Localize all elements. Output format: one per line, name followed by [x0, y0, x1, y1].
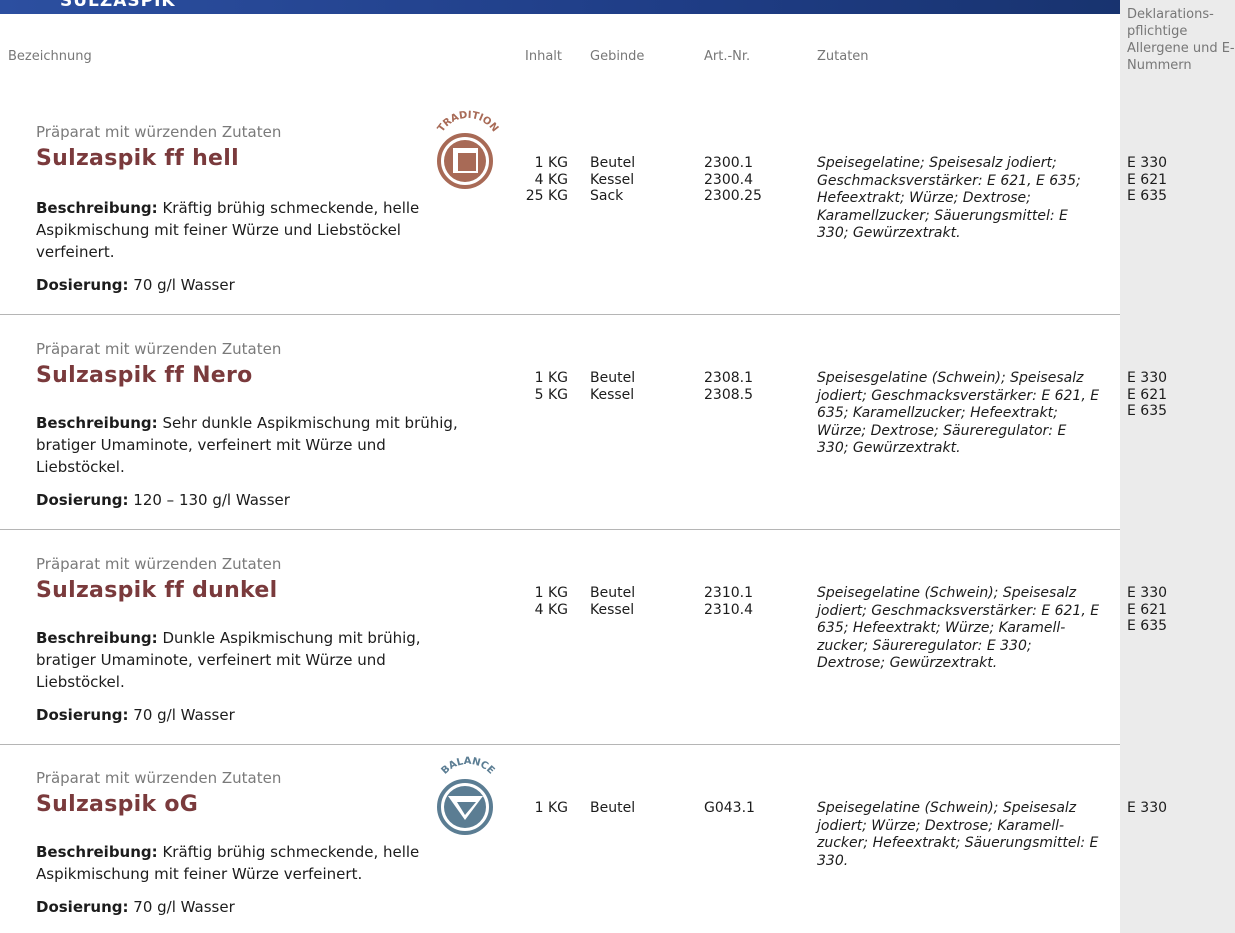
inhalt-list: 1 KG — [534, 800, 568, 816]
inhalt-list: 1 KG 5 KG — [534, 370, 568, 403]
product-name: Sulzaspik ff hell — [36, 146, 239, 171]
ingredients-text: Speisegelatine; Speisesalz jodiert; Gesc… — [817, 155, 1081, 241]
header-bar: SULZASPIK — [0, 0, 1120, 14]
page-title: SULZASPIK — [60, 0, 176, 11]
tradition-badge-icon: TRADITION — [424, 106, 514, 200]
allergen-list: E 330 E 621 E 635 — [1127, 370, 1168, 419]
gebinde-list: Beutel Kessel Sack — [590, 155, 636, 204]
gebinde-list: Beutel — [590, 800, 636, 816]
ingredients-text: Speisesgelatine (Schwein); Speisesalz jo… — [817, 370, 1100, 456]
col-header-gebinde: Gebinde — [590, 49, 645, 64]
product-prefix: Präparat mit würzenden Zutaten — [36, 340, 282, 358]
row-divider — [0, 744, 1120, 745]
inhalt-list: 1 KG 4 KG 25 KG — [525, 155, 568, 204]
row-divider — [0, 314, 1120, 315]
gebinde-list: Beutel Kessel — [590, 585, 636, 618]
product-description: Beschreibung: Kräftig brühig schmeckende… — [36, 199, 420, 261]
balance-badge-icon: BALANCE — [424, 752, 514, 846]
row-divider — [0, 529, 1120, 530]
product-description: Beschreibung: Dunkle Aspikmischung mit b… — [36, 629, 421, 691]
allergen-column-background — [1120, 0, 1235, 933]
col-header-bezeichnung: Bezeichnung — [8, 49, 92, 64]
artnr-list: G043.1 — [704, 800, 755, 816]
product-description: Beschreibung: Kräftig brühig schmeckende… — [36, 843, 420, 883]
inhalt-list: 1 KG 4 KG — [534, 585, 568, 618]
allergen-list: E 330 E 621 E 635 — [1127, 585, 1168, 634]
product-dosage: Dosierung: 70 g/l Wasser — [36, 898, 235, 916]
allergen-list: E 330 — [1127, 800, 1168, 816]
product-dosage: Dosierung: 120 – 130 g/l Wasser — [36, 491, 290, 509]
product-dosage: Dosierung: 70 g/l Wasser — [36, 706, 235, 724]
artnr-list: 2300.1 2300.4 2300.25 — [704, 155, 762, 204]
artnr-list: 2308.1 2308.5 — [704, 370, 753, 403]
ingredients-text: Speisegelatine (Schwein); Speisesalz jod… — [817, 585, 1100, 671]
product-prefix: Präparat mit würzenden Zutaten — [36, 123, 282, 141]
svg-text:BALANCE: BALANCE — [440, 756, 497, 777]
product-name: Sulzaspik ff dunkel — [36, 578, 278, 603]
product-prefix: Präparat mit würzenden Zutaten — [36, 555, 282, 573]
product-name: Sulzaspik ff Nero — [36, 363, 253, 388]
col-header-inhalt: Inhalt — [525, 49, 562, 64]
ingredients-text: Speisegelatine (Schwein); Speisesalz jod… — [817, 800, 1099, 869]
svg-text:TRADITION: TRADITION — [436, 110, 500, 135]
col-header-artnr: Art.-Nr. — [704, 49, 751, 64]
gebinde-list: Beutel Kessel — [590, 370, 636, 403]
product-dosage: Dosierung: 70 g/l Wasser — [36, 276, 235, 294]
artnr-list: 2310.1 2310.4 — [704, 585, 753, 618]
allergen-list: E 330 E 621 E 635 — [1127, 155, 1168, 204]
product-prefix: Präparat mit würzenden Zutaten — [36, 769, 282, 787]
product-name: Sulzaspik oG — [36, 792, 199, 817]
col-header-zutaten: Zutaten — [817, 49, 869, 64]
product-description: Beschreibung: Sehr dunkle Aspikmischung … — [36, 414, 458, 476]
col-header-allergene: Deklarations-pflichtige Allergene und E-… — [1127, 7, 1235, 73]
